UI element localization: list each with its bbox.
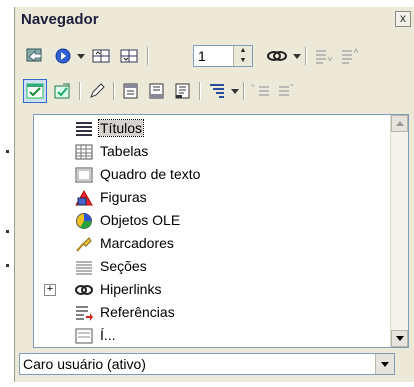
hyperlink-chain-icon	[75, 285, 93, 295]
graphics-shapes-icon	[75, 189, 93, 206]
references-icon	[76, 306, 93, 321]
text-frame-icon	[75, 167, 93, 183]
tree-item-label: Tabelas	[100, 143, 149, 159]
tree-item-label: Objetos OLE	[100, 212, 181, 228]
tree-item-label: Marcadores	[100, 235, 174, 251]
ole-object-icon	[76, 213, 92, 229]
toolbar-separator	[199, 82, 201, 100]
anchor-text-icon[interactable]	[171, 79, 195, 103]
navigator-window: Navegador x 1 ▲ ▼ “ ” Títulos Tabelas Qu…	[14, 7, 414, 382]
left-margin	[0, 0, 14, 387]
tree-item-tabelas[interactable]: Tabelas	[34, 140, 392, 163]
indexes-icon	[75, 328, 93, 344]
promote-level-icon[interactable]	[337, 44, 361, 68]
next-page-icon[interactable]	[117, 44, 141, 68]
chevron-down-icon	[381, 362, 389, 367]
footer-icon[interactable]	[145, 79, 169, 103]
toolbar-separator	[305, 47, 307, 65]
headings-icon	[76, 122, 92, 136]
bookmark-icon	[76, 237, 92, 252]
expand-toggle[interactable]: +	[44, 284, 56, 296]
edit-pencil-icon[interactable]	[85, 79, 109, 103]
toolbar-separator	[243, 82, 245, 100]
vertical-scrollbar[interactable]	[390, 115, 408, 347]
sections-icon	[76, 261, 92, 275]
page-number-value: 1	[198, 48, 206, 64]
tree-item-secoes[interactable]: Seções	[34, 255, 392, 278]
tree-item-objetos-ole[interactable]: Objetos OLE	[34, 209, 392, 232]
title-bar: Navegador x	[15, 7, 414, 31]
scroll-track[interactable]	[392, 133, 406, 329]
tree-item-label: Referências	[100, 304, 175, 320]
promote-chapter-icon[interactable]: ”	[275, 79, 299, 103]
toolbar-separator	[79, 82, 81, 100]
demote-chapter-icon[interactable]: “	[249, 79, 273, 103]
tree-item-marcadores[interactable]: Marcadores	[34, 232, 392, 255]
window-title: Navegador	[21, 11, 99, 28]
tree-item-label: Títulos	[97, 119, 145, 137]
tree-item-figuras[interactable]: Figuras	[34, 186, 392, 209]
tree-item-hiperlinks[interactable]: + Hiperlinks	[34, 278, 392, 301]
previous-page-icon[interactable]	[89, 44, 113, 68]
svg-text:“: “	[251, 83, 254, 94]
tree-item-label: Í...	[100, 327, 116, 343]
tree-item-quadro-de-texto[interactable]: Quadro de texto	[34, 163, 392, 186]
scroll-up-button[interactable]	[391, 115, 408, 132]
document-select-dropdown-button[interactable]	[375, 354, 394, 374]
navigation-toggle-icon[interactable]	[23, 44, 47, 68]
navigation-circle-icon[interactable]	[51, 44, 75, 68]
spin-down-button[interactable]: ▼	[233, 56, 252, 66]
header-icon[interactable]	[119, 79, 143, 103]
tree-item-label: Hiperlinks	[100, 281, 162, 297]
navigation-dropdown-arrow[interactable]	[77, 54, 85, 59]
page-number-spinner[interactable]: 1 ▲ ▼	[193, 45, 253, 67]
document-select[interactable]: Caro usuário (ativo)	[19, 353, 395, 375]
document-select-value: Caro usuário (ativo)	[23, 356, 146, 372]
toolbar-separator	[113, 82, 115, 100]
tree-item-label: Quadro de texto	[100, 166, 201, 182]
tree-item-referencias[interactable]: Referências	[34, 301, 392, 324]
close-button[interactable]: x	[395, 11, 411, 27]
tree-item-titulos[interactable]: Títulos	[34, 117, 392, 140]
heading-levels-icon[interactable]	[205, 79, 229, 103]
hyperlink-drag-mode-icon[interactable]	[265, 44, 289, 68]
demote-level-icon[interactable]	[311, 44, 335, 68]
margin-mark	[6, 150, 9, 153]
tree-item-label: Seções	[100, 258, 147, 274]
heading-levels-dropdown-arrow[interactable]	[231, 89, 239, 94]
margin-mark	[6, 264, 9, 267]
scroll-down-button[interactable]	[391, 330, 408, 347]
svg-text:”: ”	[290, 83, 293, 94]
content-view-icon[interactable]	[23, 79, 47, 103]
set-reminder-icon[interactable]	[51, 79, 75, 103]
table-icon	[75, 144, 93, 160]
content-tree[interactable]: Títulos Tabelas Quadro de texto Figuras	[33, 114, 409, 348]
toolbar-separator	[147, 47, 149, 65]
tree-item-indices[interactable]: Í...	[34, 324, 392, 347]
tree-item-label: Figuras	[100, 189, 147, 205]
margin-mark	[6, 230, 9, 233]
drag-mode-dropdown-arrow[interactable]	[293, 54, 301, 59]
